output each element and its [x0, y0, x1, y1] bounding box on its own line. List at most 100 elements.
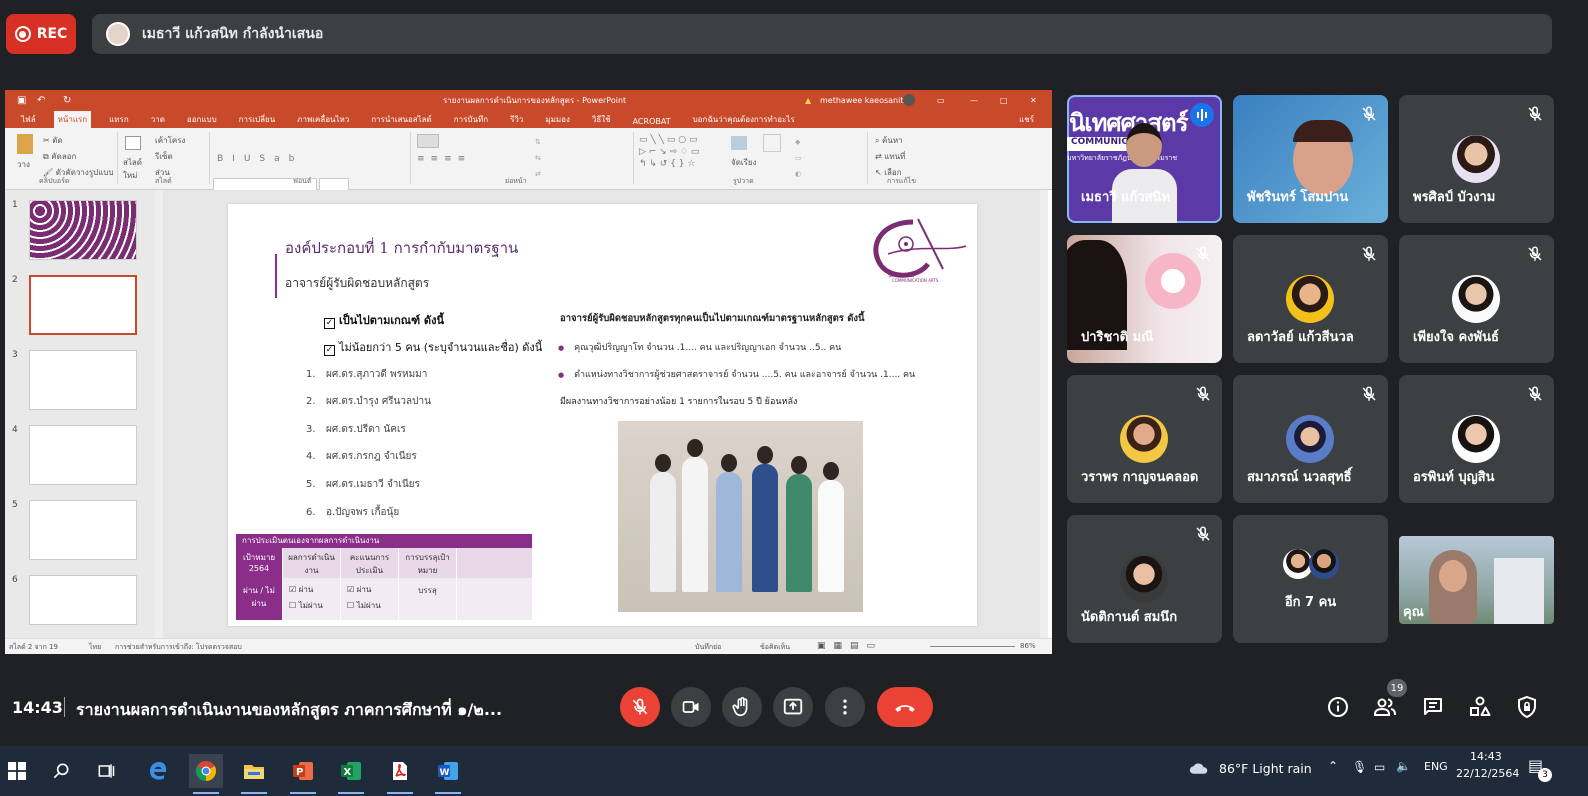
participant-tile[interactable]: นัดติกานต์ สมนึก — [1067, 515, 1222, 643]
text-direction-options[interactable]: ⇅ ⇆ ⇄ — [535, 134, 541, 182]
network-icon[interactable]: ▭ — [1374, 760, 1385, 774]
weather-widget[interactable] — [1184, 754, 1214, 788]
leave-call-button[interactable] — [877, 687, 933, 727]
participant-tile[interactable]: พรศิลป์ บัวงาม — [1399, 95, 1554, 223]
share-button[interactable]: แชร์ — [1015, 111, 1038, 128]
bullets-icon[interactable] — [417, 134, 439, 148]
weather-text[interactable]: 86°F Light rain — [1219, 761, 1312, 776]
word-app[interactable]: W — [431, 754, 465, 794]
participant-tile[interactable]: วราพร กาญจนคลอด — [1067, 375, 1222, 503]
maximize-icon[interactable]: □ — [1000, 96, 1008, 105]
slide-title[interactable]: องค์ประกอบที่ 1 การกำกับมาตรฐาน — [285, 236, 518, 260]
user-avatar[interactable] — [903, 94, 915, 106]
tab-insert[interactable]: แทรก — [105, 111, 133, 128]
slide-thumbnail-5[interactable] — [29, 500, 137, 560]
microphone-button[interactable] — [620, 687, 660, 727]
slide-editor-canvas[interactable]: องค์ประกอบที่ 1 การกำกับมาตรฐาน อาจารย์ผ… — [163, 190, 1048, 638]
slide-thumbnail-3[interactable] — [29, 350, 137, 410]
tab-help[interactable]: วิธีใช้ — [588, 111, 615, 128]
acrobat-app[interactable] — [383, 754, 417, 794]
redo-icon[interactable]: ↻ — [63, 95, 71, 106]
notes-button[interactable]: บันทึกย่อ — [695, 642, 721, 653]
paste-icon[interactable] — [17, 134, 33, 154]
language-status[interactable]: ไทย — [89, 642, 101, 653]
arrange-button[interactable]: จัดเรียง — [731, 156, 757, 169]
canvas-scrollbar[interactable] — [1040, 190, 1048, 638]
slide-thumbnail-2[interactable] — [29, 275, 137, 335]
thumbnails-scrollbar[interactable] — [155, 190, 163, 638]
new-slide-icon[interactable] — [125, 136, 141, 150]
self-view-tile[interactable]: คุณ — [1399, 536, 1554, 624]
tab-record[interactable]: การบันทึก — [450, 111, 492, 128]
zoom-slider[interactable] — [930, 646, 1015, 647]
present-button[interactable] — [773, 687, 813, 727]
microphone-tray-icon[interactable]: 🎙 — [1352, 760, 1367, 774]
shape-options[interactable]: ◆ ▭ ◐ — [795, 134, 802, 182]
tab-slideshow[interactable]: การนำเสนอสไลด์ — [367, 111, 436, 128]
file-explorer-app[interactable] — [237, 754, 271, 794]
minimize-icon[interactable]: — — [970, 96, 978, 105]
new-slide-button[interactable]: สไลด์ใหม่ — [123, 156, 149, 182]
slide-thumbnail-6[interactable] — [29, 575, 137, 625]
ppt-user[interactable]: methawee kaeosanit — [820, 96, 903, 105]
slide-thumbnail-4[interactable] — [29, 425, 137, 485]
slide-subtitle[interactable]: อาจารย์ผู้รับผิดชอบหลักสูตร — [285, 274, 429, 293]
layout-button[interactable]: เค้าโครง — [155, 134, 185, 147]
tray-time[interactable]: 14:43 — [1470, 750, 1502, 763]
find-label[interactable]: ค้นหา — [882, 136, 903, 145]
recording-indicator[interactable]: REC — [6, 14, 76, 54]
tab-view[interactable]: มุมมอง — [541, 111, 574, 128]
accessibility-status[interactable]: การช่วยสำหรับการเข้าถึง: โปรดตรวจสอบ — [115, 642, 242, 653]
align-icons[interactable]: ≡≡≡≡ — [417, 154, 471, 164]
replace-label[interactable]: แทนที่ — [884, 152, 905, 161]
reset-button[interactable]: รีเซ็ต — [155, 150, 173, 163]
chevron-up-icon[interactable]: ⌃ — [1328, 759, 1338, 773]
shapes-gallery[interactable]: ▭ ╲ ╲ ▭ ○ ▭ ▷ ⌐ ↘ ⇨ ♢ ▭ ↰ ↳ ↺ { } ☆ — [639, 134, 725, 172]
tab-review[interactable]: รีวิว — [506, 111, 527, 128]
tab-file[interactable]: ไฟล์ — [17, 111, 40, 128]
participant-tile[interactable]: อรพินท์ บุญสิน — [1399, 375, 1554, 503]
view-buttons[interactable]: ▣▦▤▭ — [817, 641, 883, 651]
people-button[interactable] — [1373, 695, 1397, 719]
ribbon-display-icon[interactable]: ▭ — [937, 96, 945, 105]
cut-label[interactable]: ตัด — [52, 136, 62, 145]
participant-tile[interactable]: ปาริชาติ มณี — [1067, 235, 1222, 363]
tab-animations[interactable]: ภาพเคลื่อนไหว — [293, 111, 353, 128]
tell-me-search[interactable]: บอกฉันว่าคุณต้องการทำอะไร — [689, 111, 799, 128]
font-format-icons[interactable]: BIUSab — [217, 154, 303, 164]
more-options-button[interactable] — [825, 687, 865, 727]
undo-icon[interactable]: ↶ — [37, 95, 45, 106]
powerpoint-app[interactable]: P — [286, 754, 320, 794]
task-view-button[interactable] — [89, 754, 123, 788]
zoom-level[interactable]: 86% — [1020, 642, 1036, 650]
chrome-app[interactable] — [189, 754, 223, 794]
meeting-info-button[interactable] — [1326, 695, 1350, 719]
save-icon[interactable]: ▣ — [17, 95, 26, 106]
participant-tile[interactable]: สมาภรณ์ นวลสุทธิ์ — [1233, 375, 1388, 503]
current-slide[interactable]: องค์ประกอบที่ 1 การกำกับมาตรฐาน อาจารย์ผ… — [228, 204, 977, 626]
tab-transitions[interactable]: การเปลี่ยน — [235, 111, 280, 128]
participant-tile[interactable]: เพียงใจ คงพันธ์ — [1399, 235, 1554, 363]
input-language[interactable]: ENG — [1424, 760, 1448, 773]
meeting-title[interactable]: รายงานผลการดำเนินงานของหลักสูตร ภาคการศึ… — [76, 698, 502, 723]
host-controls-button[interactable] — [1515, 695, 1539, 719]
slide-thumbnail-1[interactable] — [29, 200, 137, 260]
tray-date[interactable]: 22/12/2564 — [1456, 767, 1519, 780]
quick-styles-icon[interactable] — [763, 134, 781, 152]
more-participants-tile[interactable]: อีก 7 คน — [1233, 515, 1388, 643]
participant-tile[interactable]: นิเทศศาสตร์ COMMUNICATION ARTS มหาวิทยาล… — [1067, 95, 1222, 223]
copy-label[interactable]: คัดลอก — [51, 152, 76, 161]
arrange-icon[interactable] — [731, 136, 747, 150]
slide-thumbnails-pane[interactable]: 1 2 3 4 5 6 — [5, 190, 155, 638]
chat-button[interactable] — [1421, 695, 1445, 719]
tab-draw[interactable]: วาด — [147, 111, 169, 128]
participant-tile[interactable]: พัชรินทร์ โสมปาน — [1233, 95, 1388, 223]
raise-hand-button[interactable] — [722, 687, 762, 727]
search-button[interactable] — [44, 754, 78, 788]
camera-button[interactable] — [671, 687, 711, 727]
start-button[interactable] — [0, 754, 34, 788]
tab-home[interactable]: หน้าแรก — [53, 111, 92, 128]
tab-acrobat[interactable]: ACROBAT — [629, 115, 675, 128]
activities-button[interactable] — [1468, 695, 1492, 719]
volume-icon[interactable]: 🔈 — [1396, 759, 1411, 773]
